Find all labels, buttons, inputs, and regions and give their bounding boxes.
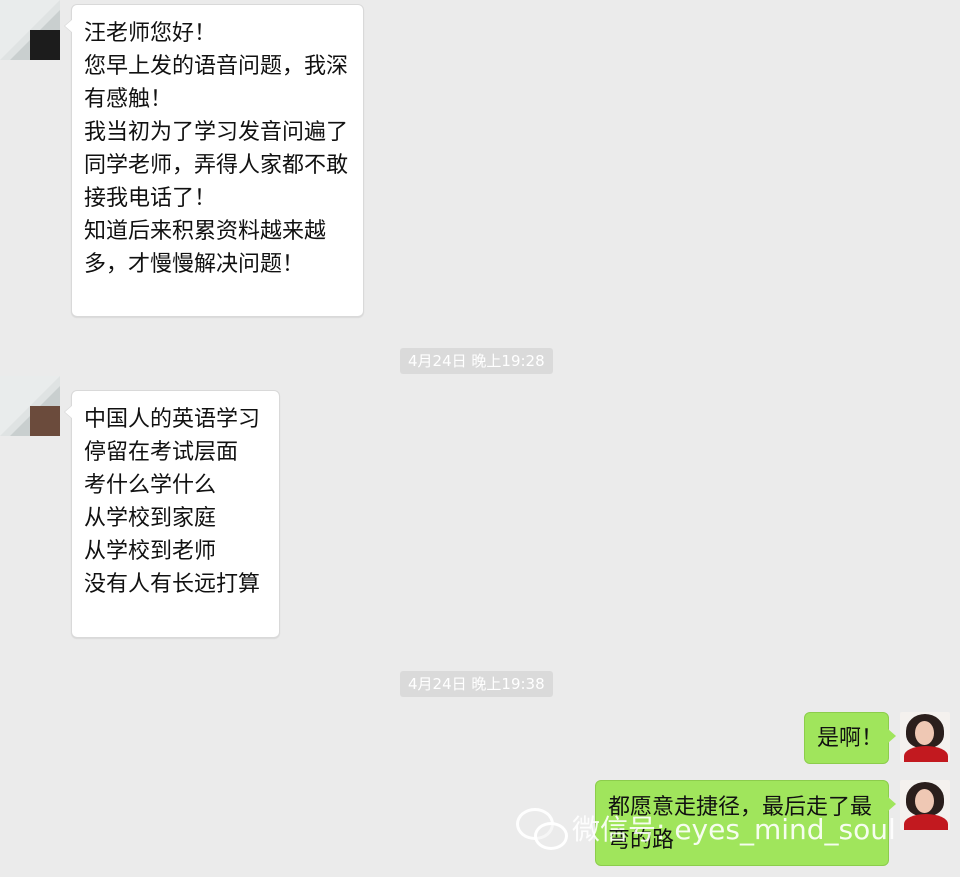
message-line: 有感触！ (84, 87, 173, 112)
message-text: 中国人的英语学习 停留在考试层面 考什么学什么 从学校到家庭 从学校到老师 没有… (84, 403, 269, 601)
wechat-icon-bubble (534, 822, 568, 850)
message-line: 知道后来积累资料越来越 (84, 219, 327, 244)
avatar-face (915, 789, 934, 813)
self-avatar[interactable] (900, 780, 950, 830)
message-line: 没有人有长远打算 (84, 572, 261, 597)
wechat-icon (514, 806, 568, 850)
message-line: 您早上发的语音问题，我深 (84, 54, 349, 79)
message-line: 我当初为了学习发音问遍了 (84, 120, 349, 145)
message-line: 是啊！ (817, 726, 884, 751)
contact-avatar[interactable] (0, 0, 60, 60)
message-text: 是啊！ (817, 722, 884, 755)
message-line: 多，才慢慢解决问题！ (84, 252, 305, 277)
timestamp: 4月24日 晚上19:38 (400, 671, 553, 697)
message-line: 接我电话了！ (84, 186, 217, 211)
watermark-text: 微信号: eyes_mind_soul (572, 813, 896, 846)
avatar-face (915, 721, 934, 745)
avatar-block (30, 406, 60, 436)
timestamp: 4月24日 晚上19:28 (400, 348, 553, 374)
avatar-block (30, 30, 60, 60)
message-line: 汪老师您好！ (84, 21, 217, 46)
message-line: 从学校到老师 (84, 539, 217, 564)
message-line: 停留在考试层面 (84, 440, 239, 465)
avatar-dress (904, 746, 948, 762)
message-line: 中国人的英语学习 (84, 407, 261, 432)
self-avatar[interactable] (900, 712, 950, 762)
message-bubble[interactable]: 中国人的英语学习 停留在考试层面 考什么学什么 从学校到家庭 从学校到老师 没有… (64, 390, 280, 638)
message-bubble[interactable]: 汪老师您好！ 您早上发的语音问题，我深 有感触！ 我当初为了学习发音问遍了 同学… (64, 4, 364, 317)
message-bubble[interactable]: 是啊！ (804, 712, 896, 764)
message-line: 从学校到家庭 (84, 506, 217, 531)
watermark: 微信号: eyes_mind_soul (514, 806, 896, 850)
message-line: 同学老师，弄得人家都不敢 (84, 153, 349, 178)
message-line: 考什么学什么 (84, 473, 217, 498)
avatar-dress (904, 814, 948, 830)
message-text: 汪老师您好！ 您早上发的语音问题，我深 有感触！ 我当初为了学习发音问遍了 同学… (84, 17, 353, 281)
contact-avatar[interactable] (0, 376, 60, 436)
